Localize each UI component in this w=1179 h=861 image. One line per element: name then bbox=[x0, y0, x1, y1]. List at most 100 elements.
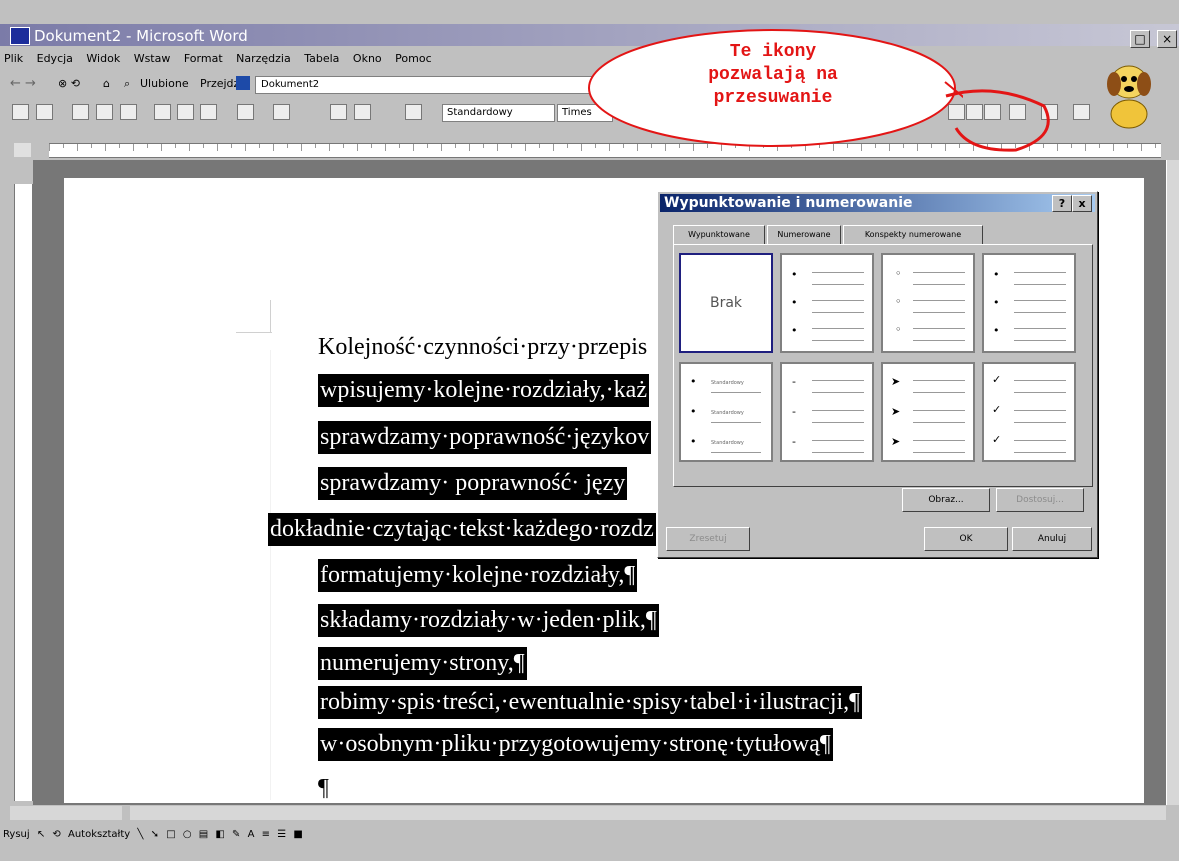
preview-icon[interactable] bbox=[96, 104, 113, 120]
bullet-option-check[interactable]: ✓ ✓ ✓ bbox=[982, 362, 1076, 462]
bullet-option-none[interactable]: Brak bbox=[679, 253, 773, 353]
picture-button[interactable]: Obraz... bbox=[902, 488, 990, 512]
menu-item[interactable]: Pomoc bbox=[395, 52, 431, 65]
document-line[interactable]: sprawdzamy·poprawność·językov bbox=[318, 421, 652, 454]
dialog-title[interactable]: Wypunktowanie i numerowanie bbox=[660, 194, 1095, 212]
drawing-toolbar: Rysuj ↖ ⟲ Autokształty ╲ ➘ □ ○ ▤ ◧ ✎ A ≡… bbox=[3, 829, 653, 847]
save-icon[interactable] bbox=[36, 104, 53, 120]
bullet-option-dash[interactable]: - - - bbox=[780, 362, 874, 462]
tab-numbered[interactable]: Numerowane bbox=[767, 225, 841, 245]
bullet-option-arrow[interactable]: ➤ ➤ ➤ bbox=[881, 362, 975, 462]
arrow-icon[interactable]: ➘ bbox=[151, 829, 159, 840]
rotate-icon[interactable]: ⟲ bbox=[52, 829, 60, 840]
customize-button[interactable]: Dostosuj... bbox=[996, 488, 1084, 512]
menu-item[interactable]: Edycja bbox=[37, 52, 73, 65]
print-icon[interactable] bbox=[72, 104, 89, 120]
autoshapes-menu[interactable]: Autokształty bbox=[68, 829, 130, 840]
document-heading[interactable]: Kolejność·czynności·przy·przepis bbox=[318, 331, 647, 364]
help-button[interactable]: ? bbox=[1052, 195, 1072, 212]
ruler-tick bbox=[273, 144, 274, 151]
table-icon[interactable] bbox=[330, 104, 347, 120]
bullet-symbol: • bbox=[791, 296, 798, 309]
document-line[interactable]: wpisujemy·kolejne·rozdziały,·każ bbox=[318, 374, 649, 407]
document-line[interactable]: robimy·spis·treści,·ewentualnie·spisy·ta… bbox=[318, 686, 863, 719]
spelling-icon[interactable] bbox=[120, 104, 137, 120]
vertical-ruler[interactable] bbox=[14, 184, 33, 801]
select-arrow-icon[interactable]: ↖ bbox=[37, 829, 45, 840]
document-line[interactable]: formatujemy·kolejne·rozdziały,¶ bbox=[318, 559, 638, 592]
page-corner-mark bbox=[270, 300, 271, 333]
menu-item[interactable]: Plik bbox=[4, 52, 23, 65]
menu-item[interactable]: Narzędzia bbox=[236, 52, 291, 65]
vertical-scrollbar[interactable] bbox=[1166, 160, 1179, 805]
style-dropdown[interactable]: Standardowy bbox=[442, 104, 555, 122]
document-line[interactable]: numerujemy·strony,¶ bbox=[318, 647, 527, 680]
document-line[interactable]: składamy·rozdziały·w·jeden·plik,¶ bbox=[318, 604, 659, 637]
paste-icon[interactable] bbox=[200, 104, 217, 120]
draw-menu[interactable]: Rysuj bbox=[3, 829, 30, 840]
window-controls: □ × bbox=[1128, 28, 1178, 48]
bullet-option-circle[interactable]: ◦ ◦ ◦ bbox=[881, 253, 975, 353]
horizontal-scrollbar[interactable] bbox=[130, 806, 1166, 820]
style-label: Standardowy bbox=[711, 380, 744, 386]
stop-refresh-icon[interactable]: ⊗ ⟲ bbox=[58, 77, 80, 90]
tab-outline[interactable]: Konspekty numerowane bbox=[843, 225, 983, 245]
ellipse-icon[interactable]: ○ bbox=[183, 829, 192, 840]
menu-item[interactable]: Okno bbox=[353, 52, 382, 65]
ok-button[interactable]: OK bbox=[924, 527, 1008, 551]
tab-bullets[interactable]: Wypunktowane bbox=[673, 225, 765, 244]
hide-toolbar-icon[interactable] bbox=[236, 76, 250, 90]
redo-icon[interactable] bbox=[273, 104, 290, 120]
bullet-symbol: • bbox=[690, 405, 697, 418]
dialog-close-button[interactable]: x bbox=[1072, 195, 1092, 212]
document-line[interactable]: dokładnie·czytając·tekst·każdego·rozdz bbox=[268, 513, 656, 546]
columns-icon[interactable] bbox=[354, 104, 371, 120]
view-buttons[interactable] bbox=[10, 806, 122, 820]
bullet-option-small-dot[interactable]: • • • bbox=[982, 253, 1076, 353]
search-web-icon[interactable]: ⌕ bbox=[124, 77, 130, 91]
go-button[interactable]: Przejdź bbox=[200, 77, 239, 90]
line-color-icon[interactable]: ✎ bbox=[232, 829, 240, 840]
back-forward-icon[interactable]: ← → bbox=[10, 76, 36, 91]
tab-selector[interactable] bbox=[14, 143, 31, 157]
copy-icon[interactable] bbox=[177, 104, 194, 120]
pilcrow-icon[interactable] bbox=[405, 104, 422, 120]
line-icon[interactable]: ╲ bbox=[137, 829, 143, 840]
home-icon[interactable]: ⌂ bbox=[103, 77, 110, 90]
close-button[interactable]: × bbox=[1157, 30, 1178, 48]
undo-icon[interactable] bbox=[237, 104, 254, 120]
menu-item[interactable]: Widok bbox=[86, 52, 120, 65]
ruler-tick bbox=[581, 144, 582, 151]
bullet-option-dot[interactable]: • • • bbox=[780, 253, 874, 353]
textbox-icon[interactable]: ▤ bbox=[199, 829, 208, 840]
shadow-icon[interactable]: ■ bbox=[293, 829, 302, 840]
bullet-symbol: - bbox=[792, 375, 796, 388]
rectangle-icon[interactable]: □ bbox=[166, 829, 175, 840]
document-line[interactable]: ¶ bbox=[318, 772, 329, 805]
office-assistant-dog-icon[interactable] bbox=[1098, 54, 1160, 132]
font-color-icon[interactable] bbox=[1073, 104, 1090, 120]
menu-item[interactable]: Format bbox=[184, 52, 223, 65]
line-style-icon[interactable]: ≡ bbox=[262, 829, 270, 840]
fill-color-icon[interactable]: ◧ bbox=[215, 829, 224, 840]
address-field[interactable]: Dokument2 bbox=[255, 76, 632, 94]
favorites-button[interactable]: Ulubione bbox=[140, 77, 189, 90]
ruler-tick bbox=[91, 144, 92, 148]
reset-button[interactable]: Zresetuj bbox=[666, 527, 750, 551]
document-line[interactable]: sprawdzamy· poprawność· języ bbox=[318, 467, 628, 500]
dash-style-icon[interactable]: ☰ bbox=[277, 829, 286, 840]
cancel-button[interactable]: Anuluj bbox=[1012, 527, 1092, 551]
ruler-tick bbox=[1085, 144, 1086, 151]
style-label: Standardowy bbox=[711, 440, 744, 446]
bullet-option-styled[interactable]: • • • Standardowy Standardowy Standardow… bbox=[679, 362, 773, 462]
font-color-icon[interactable]: A bbox=[248, 829, 255, 840]
new-document-icon[interactable] bbox=[12, 104, 29, 120]
cut-icon[interactable] bbox=[154, 104, 171, 120]
callout-line: przesuwanie bbox=[713, 88, 833, 108]
ruler-tick bbox=[1127, 144, 1128, 148]
menu-item[interactable]: Tabela bbox=[304, 52, 339, 65]
maximize-button[interactable]: □ bbox=[1130, 30, 1150, 48]
document-line[interactable]: w·osobnym·pliku·przygotowujemy·stronę·ty… bbox=[318, 728, 833, 761]
ruler-tick bbox=[1141, 144, 1142, 151]
menu-item[interactable]: Wstaw bbox=[134, 52, 171, 65]
